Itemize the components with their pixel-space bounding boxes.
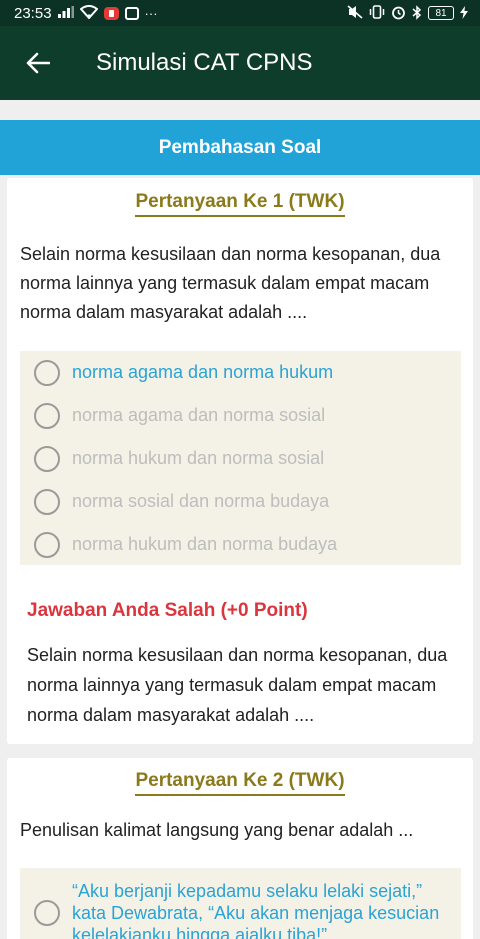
question-title: Pertanyaan Ke 2 (TWK) bbox=[135, 770, 345, 796]
answer-explanation: Selain norma kesusilaan dan norma kesopa… bbox=[27, 645, 448, 725]
status-time: 23:53 bbox=[14, 4, 52, 22]
question-text: Selain norma kesusilaan dan norma kesopa… bbox=[20, 244, 441, 322]
back-button[interactable] bbox=[0, 26, 76, 100]
option-a[interactable]: norma agama dan norma hukum bbox=[20, 351, 461, 394]
more-notifications-icon: ··· bbox=[144, 5, 158, 21]
radio-icon bbox=[34, 900, 60, 926]
mute-icon bbox=[347, 5, 363, 21]
option-a[interactable]: “Aku berjanji kepadamu selaku lelaki sej… bbox=[20, 868, 461, 939]
option-d[interactable]: norma sosial dan norma budaya bbox=[20, 480, 461, 523]
bluetooth-icon bbox=[412, 4, 422, 22]
wifi-icon bbox=[79, 5, 99, 21]
signal-icon bbox=[57, 6, 74, 20]
option-label: norma sosial dan norma budaya bbox=[72, 491, 330, 511]
options-list: “Aku berjanji kepadamu selaku lelaki sej… bbox=[20, 868, 461, 939]
question-text: Penulisan kalimat langsung yang benar ad… bbox=[20, 820, 414, 840]
option-label: norma agama dan norma sosial bbox=[72, 405, 326, 425]
options-list: norma agama dan norma hukum norma agama … bbox=[20, 351, 461, 565]
question-title: Pertanyaan Ke 1 (TWK) bbox=[135, 191, 345, 217]
question-card: Pertanyaan Ke 2 (TWK) Penulisan kalimat … bbox=[7, 758, 473, 939]
question-title-wrap: Pertanyaan Ke 2 (TWK) bbox=[7, 770, 473, 796]
option-c[interactable]: norma hukum dan norma sosial bbox=[20, 437, 461, 480]
question-card: Pertanyaan Ke 1 (TWK) Selain norma kesus… bbox=[7, 178, 473, 744]
option-e[interactable]: norma hukum dan norma budaya bbox=[20, 523, 461, 566]
arrow-left-icon bbox=[26, 52, 50, 74]
option-label: “Aku berjanji kepadamu selaku lelaki sej… bbox=[72, 881, 440, 939]
option-b[interactable]: norma agama dan norma sosial bbox=[20, 394, 461, 437]
radio-icon bbox=[34, 445, 60, 472]
option-label: norma agama dan norma hukum bbox=[72, 362, 334, 382]
radio-icon bbox=[34, 488, 60, 515]
vibrate-icon bbox=[369, 5, 385, 21]
battery-icon: 81 bbox=[428, 6, 454, 20]
alarm-icon bbox=[391, 5, 406, 22]
youtube-icon bbox=[103, 6, 119, 20]
app-notification-icon bbox=[124, 6, 139, 20]
radio-icon bbox=[34, 402, 60, 429]
option-label: norma hukum dan norma sosial bbox=[72, 448, 325, 468]
section-header: Pembahasan Soal bbox=[0, 120, 480, 175]
radio-icon bbox=[34, 359, 60, 386]
status-bar: 23:53 ··· 81 bbox=[0, 0, 480, 26]
status-left: 23:53 ··· bbox=[14, 5, 158, 22]
charging-icon bbox=[460, 5, 468, 21]
option-label: norma hukum dan norma budaya bbox=[72, 534, 338, 554]
answer-result: Jawaban Anda Salah (+0 Point) bbox=[27, 600, 308, 621]
app-bar: Simulasi CAT CPNS bbox=[0, 26, 480, 100]
question-title-wrap: Pertanyaan Ke 1 (TWK) bbox=[7, 191, 473, 217]
radio-icon bbox=[34, 531, 60, 558]
app-title: Simulasi CAT CPNS bbox=[96, 49, 313, 76]
status-right: 81 bbox=[347, 4, 468, 22]
